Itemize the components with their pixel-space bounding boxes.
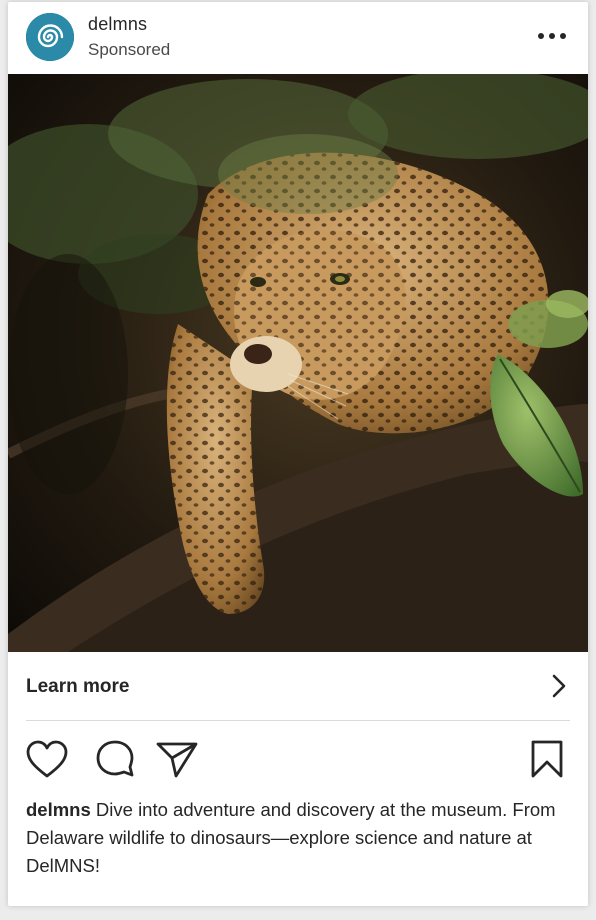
more-horizontal-icon xyxy=(538,33,566,39)
post-caption: delmns Dive into adventure and discovery… xyxy=(26,796,574,880)
post-actions-bar xyxy=(8,736,588,786)
bookmark-icon xyxy=(531,740,563,778)
cta-divider xyxy=(26,720,570,721)
paper-plane-icon xyxy=(156,742,198,778)
post-header: delmns Sponsored xyxy=(8,2,588,74)
learn-more-label: Learn more xyxy=(26,676,130,697)
account-username[interactable]: delmns xyxy=(88,14,147,35)
heart-icon xyxy=(26,740,68,778)
more-options-button[interactable] xyxy=(534,24,570,48)
share-button[interactable] xyxy=(154,736,200,782)
comment-button[interactable] xyxy=(92,736,138,782)
post-image-jaguar[interactable] xyxy=(8,74,588,652)
chevron-right-icon xyxy=(552,674,566,703)
save-button[interactable] xyxy=(524,736,570,782)
sponsored-label: Sponsored xyxy=(88,40,171,59)
spiral-logo-icon xyxy=(26,13,74,61)
caption-username[interactable]: delmns xyxy=(26,799,91,820)
like-button[interactable] xyxy=(24,736,70,782)
profile-avatar[interactable] xyxy=(26,13,74,61)
comment-bubble-icon xyxy=(96,740,134,777)
sponsored-post-card: delmns Sponsored Learn more delmns Dive … xyxy=(8,2,588,906)
learn-more-link[interactable]: Learn more xyxy=(8,652,588,720)
caption-text: Dive into adventure and discovery at the… xyxy=(26,799,556,876)
